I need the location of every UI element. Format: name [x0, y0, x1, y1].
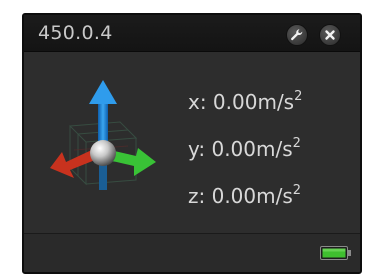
sensor-panel: x: 0.00m/s2 y: 0.00m/s2 z: 0.00m/s2 — [24, 52, 360, 233]
y-acceleration-readout: y: 0.00m/s2 — [188, 136, 302, 183]
accelerometer-widget: 450.0.4 x: 0.00m/s2 y: 0.00m/s2 z: 0.00m… — [22, 13, 362, 274]
z-acceleration-readout: z: 0.00m/s2 — [188, 183, 302, 230]
y-unit-exponent: 2 — [292, 136, 301, 151]
x-acceleration-readout: x: 0.00m/s2 — [188, 89, 302, 136]
y-acceleration-value: y: 0.00m/s — [188, 137, 293, 161]
settings-button[interactable] — [286, 24, 308, 46]
x-acceleration-value: x: 0.00m/s — [188, 90, 295, 114]
3d-axes-icon — [48, 80, 158, 196]
status-bar — [24, 233, 360, 272]
z-unit-exponent: 2 — [292, 183, 302, 198]
x-unit-exponent: 2 — [294, 89, 303, 104]
battery-icon — [320, 245, 352, 265]
z-acceleration-value: z: 0.00m/s — [188, 184, 293, 208]
title-bar[interactable]: 450.0.4 — [24, 15, 360, 52]
widget-title: 450.0.4 — [38, 22, 113, 44]
close-button[interactable] — [319, 24, 341, 46]
acceleration-readouts: x: 0.00m/s2 y: 0.00m/s2 z: 0.00m/s2 — [188, 89, 302, 230]
